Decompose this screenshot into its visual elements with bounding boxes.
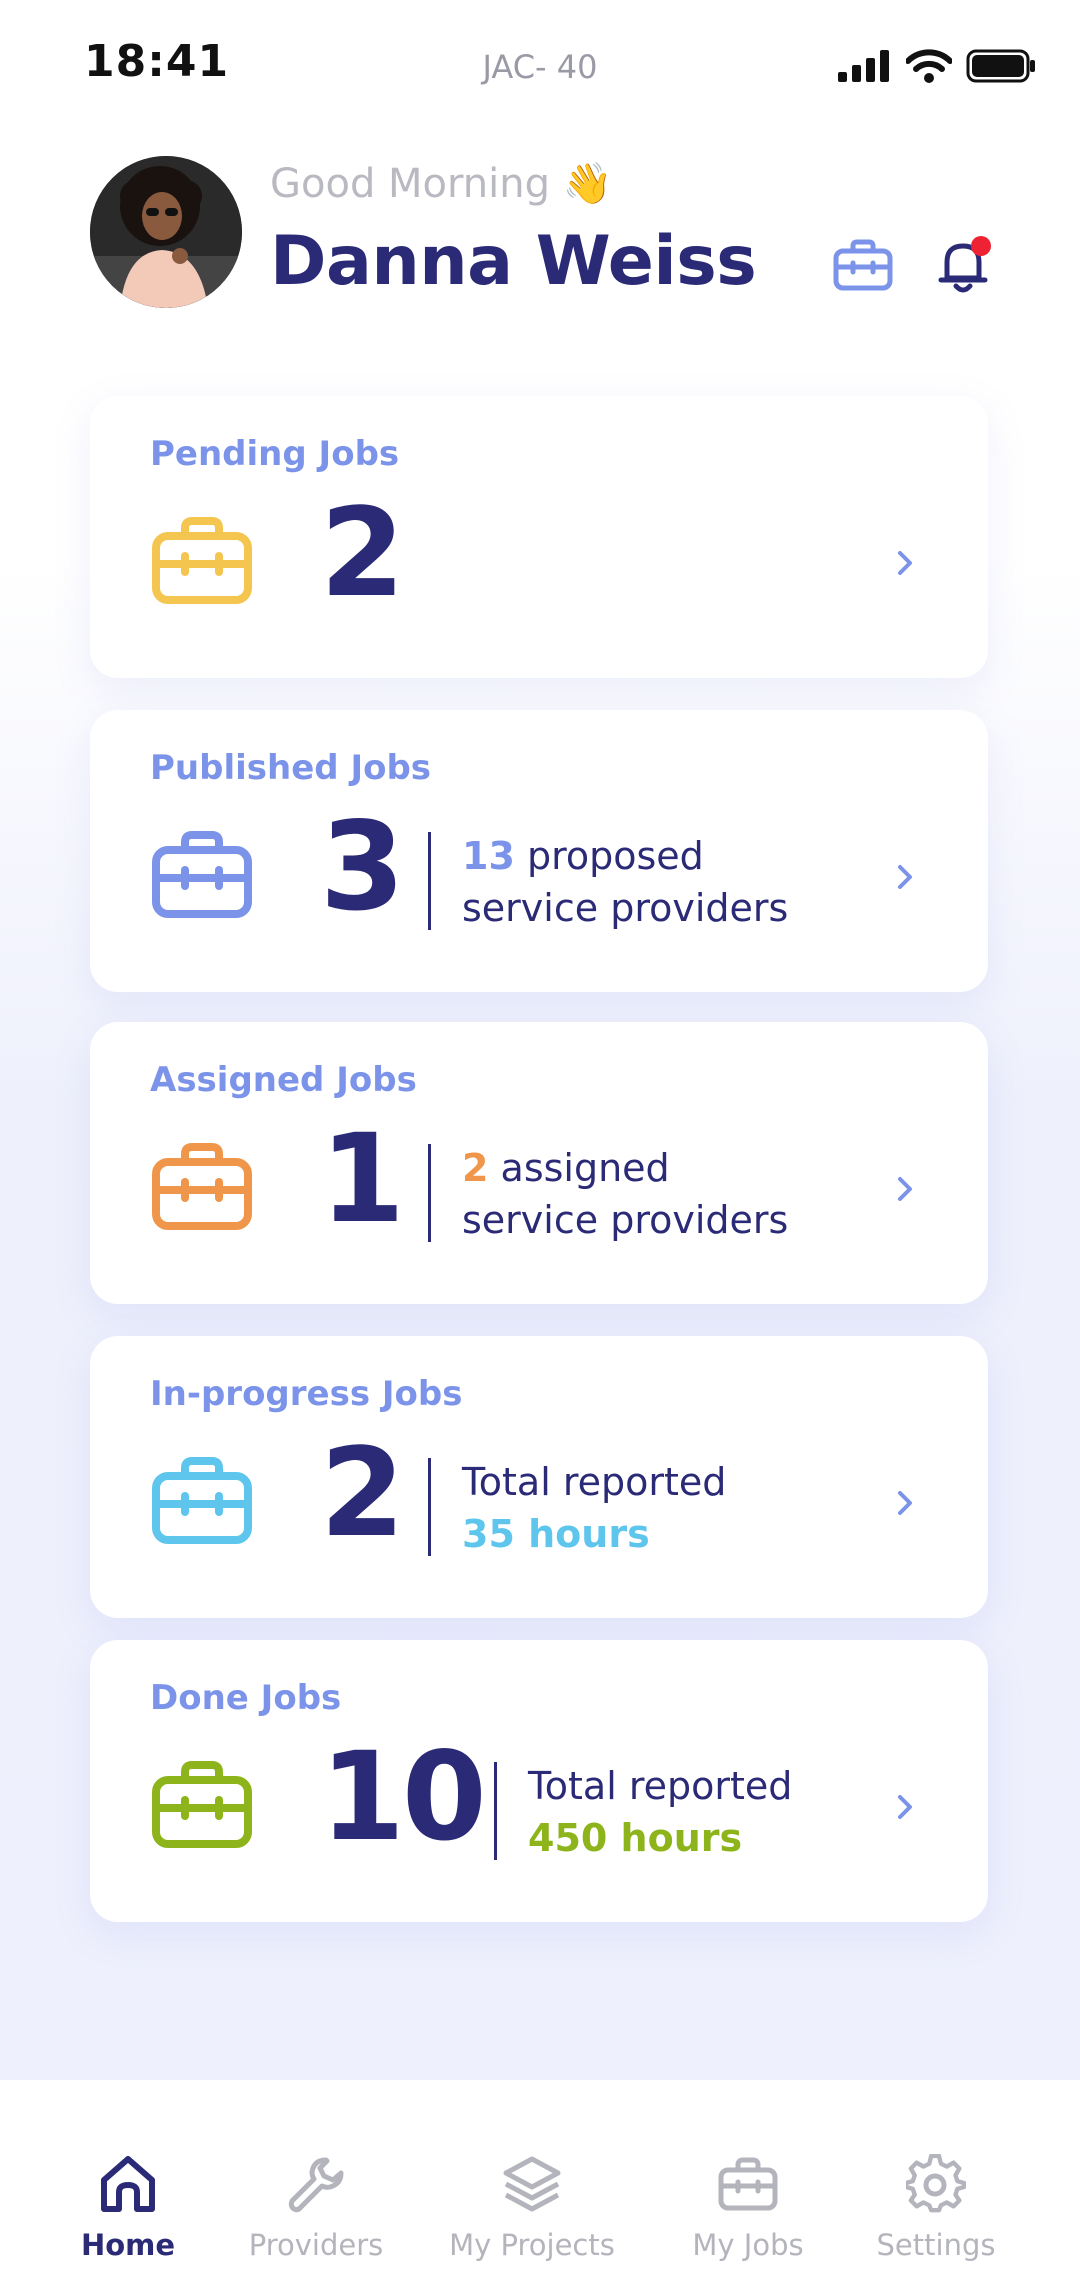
pending-jobs-card[interactable]: Pending Jobs 2 (90, 396, 988, 678)
card-title: Assigned Jobs (150, 1060, 417, 1100)
avatar-photo (90, 156, 242, 308)
card-detail: Total reported 35 hours (462, 1456, 726, 1560)
detail-highlight: 13 (462, 834, 515, 878)
wifi-icon (906, 49, 952, 83)
signal-icon (838, 50, 889, 82)
notification-dot (971, 236, 991, 256)
nav-label: Providers (248, 2228, 384, 2262)
detail-highlight: 450 hours (528, 1816, 743, 1860)
briefcase-icon (833, 239, 893, 291)
detail-text: Total reported (528, 1764, 793, 1808)
published-jobs-card[interactable]: Published Jobs 3 13 proposed service pro… (90, 710, 988, 992)
card-detail: 2 assigned service providers (462, 1142, 788, 1246)
chevron-right-icon (898, 1491, 912, 1515)
detail-text: service providers (462, 1198, 789, 1242)
nav-my-jobs[interactable]: My Jobs (648, 2080, 848, 2280)
detail-highlight: 2 (462, 1146, 489, 1190)
notifications-button[interactable] (928, 228, 1002, 302)
nav-label: My Projects (449, 2228, 615, 2262)
divider (428, 832, 431, 930)
nav-settings[interactable]: Settings (836, 2080, 1036, 2280)
briefcase-icon (152, 517, 252, 604)
bell-icon (938, 236, 991, 293)
done-jobs-card[interactable]: Done Jobs 10 Total reported 450 hours (90, 1640, 988, 1922)
job-count: 10 (320, 1726, 487, 1868)
briefcase-icon (152, 1143, 252, 1230)
nav-providers[interactable]: Providers (216, 2080, 416, 2280)
layers-icon (503, 2156, 561, 2212)
home-icon (101, 2156, 155, 2212)
jobs-button[interactable] (826, 228, 900, 302)
detail-text: Total reported (462, 1460, 727, 1504)
user-name: Danna Weiss (270, 222, 757, 301)
briefcase-icon (152, 1457, 252, 1544)
detail-text: service providers (462, 886, 789, 930)
nav-label: Home (80, 2228, 176, 2262)
avatar[interactable] (90, 156, 242, 308)
card-detail: Total reported 450 hours (528, 1760, 792, 1864)
bottom-nav: Home Providers My Projects My Jobs Setti… (0, 2080, 1080, 2280)
briefcase-icon (718, 2157, 778, 2211)
status-bar: 18:41 JAC- 40 (0, 0, 1080, 130)
briefcase-icon (152, 831, 252, 918)
nav-my-projects[interactable]: My Projects (432, 2080, 632, 2280)
nav-label: Settings (876, 2228, 996, 2262)
nav-home[interactable]: Home (28, 2080, 228, 2280)
status-icons (838, 46, 1036, 86)
card-detail: 13 proposed service providers (462, 830, 788, 934)
assigned-jobs-card[interactable]: Assigned Jobs 1 2 assigned service provi… (90, 1022, 988, 1304)
divider (428, 1144, 431, 1242)
detail-text: assigned (488, 1146, 670, 1190)
in-progress-jobs-card[interactable]: In-progress Jobs 2 Total reported 35 hou… (90, 1336, 988, 1618)
job-count: 2 (320, 1422, 405, 1564)
gear-icon (906, 2154, 966, 2213)
card-title: Published Jobs (150, 748, 432, 788)
nav-label: My Jobs (692, 2228, 804, 2262)
card-title: Done Jobs (150, 1678, 342, 1718)
briefcase-icon (152, 1761, 252, 1848)
card-title: In-progress Jobs (150, 1374, 463, 1414)
detail-highlight: 35 hours (462, 1512, 650, 1556)
job-count: 1 (320, 1108, 405, 1250)
chevron-right-icon (898, 1795, 912, 1819)
job-count: 3 (320, 796, 405, 938)
divider (428, 1458, 431, 1556)
wrench-icon (288, 2157, 344, 2213)
detail-text: proposed (514, 834, 704, 878)
chevron-right-icon (898, 1177, 912, 1201)
chevron-right-icon (898, 865, 912, 889)
divider (494, 1762, 497, 1860)
battery-icon (966, 49, 1035, 83)
job-count: 2 (320, 482, 405, 624)
greeting-text: Good Morning 👋 (270, 161, 613, 207)
chevron-right-icon (898, 551, 912, 575)
card-title: Pending Jobs (150, 434, 400, 474)
